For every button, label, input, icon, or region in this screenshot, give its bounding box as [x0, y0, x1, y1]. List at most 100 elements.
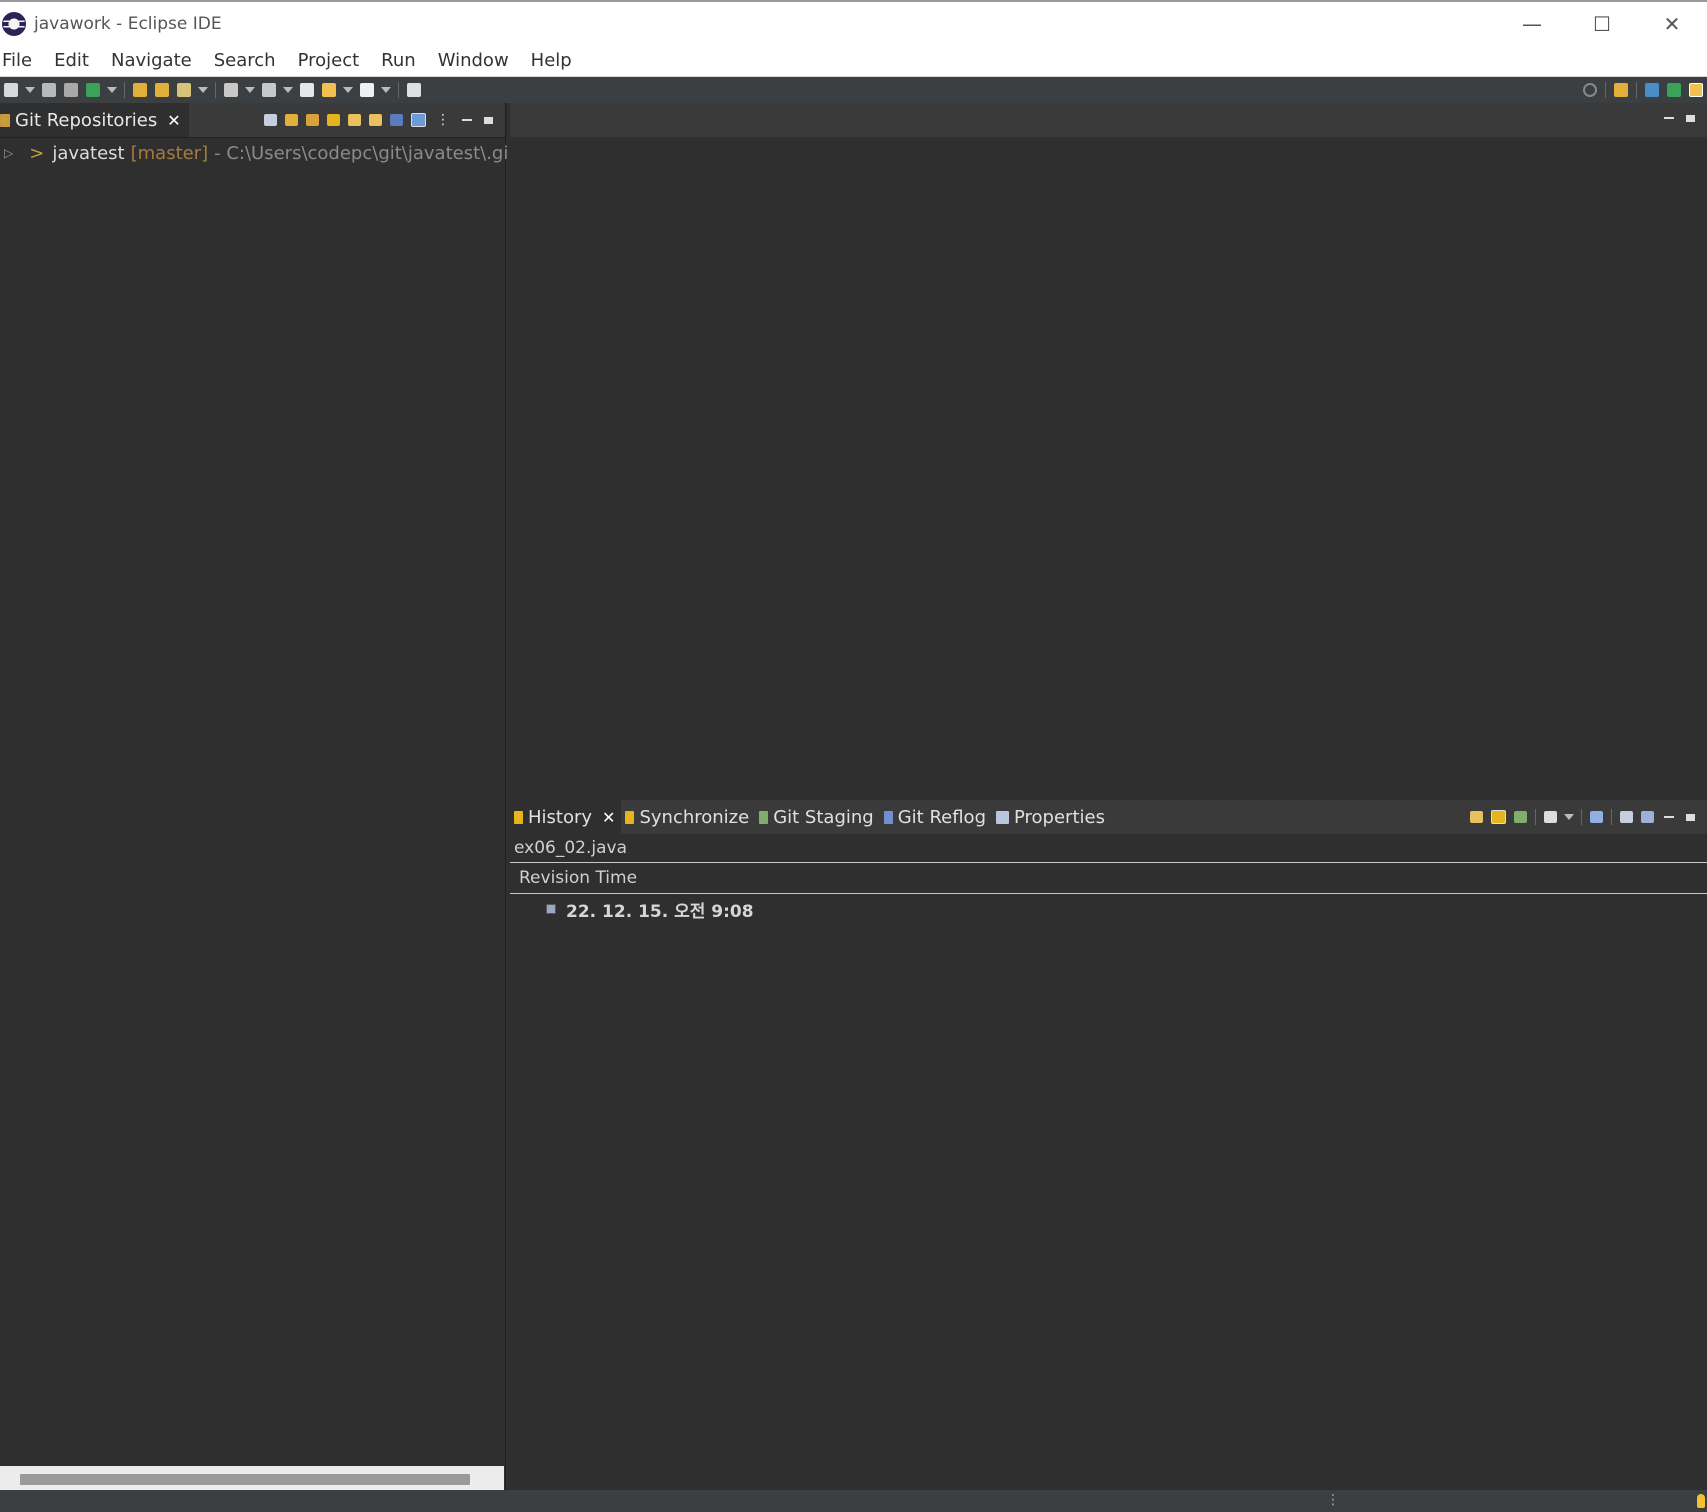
toolbar-separator [398, 82, 399, 98]
menu-help[interactable]: Help [531, 50, 583, 71]
minimize-view-icon[interactable] [1664, 816, 1674, 818]
compare-mode-icon[interactable] [1514, 811, 1527, 823]
tab-history[interactable]: History ✕ [510, 800, 622, 834]
group-by-icon[interactable] [1590, 811, 1603, 823]
last-edit-icon[interactable] [300, 83, 314, 97]
back-icon[interactable] [322, 83, 336, 97]
window-title: javawork - Eclipse IDE [34, 13, 222, 34]
debug-dropdown-icon[interactable] [107, 87, 117, 93]
revision-icon [546, 904, 556, 914]
java-perspective-icon[interactable] [1645, 83, 1659, 97]
git-repositories-icon [0, 113, 10, 127]
maximize-editor-icon[interactable] [1686, 114, 1695, 122]
debug-icon[interactable] [86, 83, 100, 97]
menu-search[interactable]: Search [214, 50, 287, 71]
show-revision-comment-icon[interactable] [1641, 811, 1654, 823]
collapse-all-icon[interactable] [1620, 811, 1633, 823]
annotation-dropdown-icon[interactable] [245, 87, 255, 93]
tab-synchronize[interactable]: Synchronize [621, 800, 755, 834]
window-controls: — ☐ ✕ [1497, 2, 1707, 45]
tab-label: Git Repositories [15, 109, 158, 131]
pin-icon[interactable] [1544, 811, 1557, 823]
close-tab-icon[interactable]: ✕ [167, 111, 180, 130]
toolbar-separator [1636, 82, 1637, 98]
tab-properties[interactable]: Properties [992, 800, 1111, 834]
toolbar-separator [1611, 809, 1612, 825]
new-dropdown-icon[interactable] [25, 87, 35, 93]
create-repository-icon[interactable] [327, 114, 340, 126]
open-resource-icon[interactable] [155, 83, 169, 97]
annotation-icon[interactable] [224, 83, 238, 97]
toolbar-separator [1581, 809, 1582, 825]
toolbar-separator [1535, 809, 1536, 825]
pin-dropdown-icon[interactable] [1564, 814, 1574, 820]
menu-run[interactable]: Run [381, 50, 427, 71]
revision-time: 22. 12. 15. 오전 9:08 [566, 901, 754, 922]
debug-perspective-icon[interactable] [1667, 83, 1681, 97]
tab-git-staging[interactable]: Git Staging [755, 800, 880, 834]
clone-repository-icon[interactable] [306, 114, 319, 126]
open-perspective-icon[interactable] [1614, 83, 1628, 97]
pin-editor-icon[interactable] [407, 83, 421, 97]
link-with-selection-icon[interactable] [369, 114, 382, 126]
tab-git-reflog[interactable]: Git Reflog [880, 800, 992, 834]
menu-window[interactable]: Window [438, 50, 520, 71]
maximize-view-icon[interactable] [484, 116, 493, 124]
back-dropdown-icon[interactable] [343, 87, 353, 93]
menu-file[interactable]: File [2, 50, 43, 71]
tab-label: Properties [1014, 806, 1105, 828]
repository-tree-item[interactable]: ▷ > javatest [master] - C:\Users\codepc\… [0, 138, 508, 168]
search-icon[interactable] [1583, 83, 1597, 97]
history-file-name: ex06_02.java [510, 834, 1707, 863]
branch-label: [master] [130, 142, 209, 164]
menu-edit[interactable]: Edit [54, 50, 100, 71]
forward-dropdown-icon[interactable] [381, 87, 391, 93]
revision-time-column-header[interactable]: Revision Time [510, 863, 1707, 894]
horizontal-scrollbar[interactable] [0, 1466, 504, 1490]
new-icon[interactable] [4, 83, 18, 97]
forward-icon[interactable] [360, 83, 374, 97]
view-menu-icon[interactable]: ⋮ [436, 112, 450, 128]
dirty-marker: > [29, 142, 45, 164]
refresh-icon[interactable] [1470, 811, 1483, 823]
history-toolbar [1466, 800, 1701, 834]
main-toolbar [0, 77, 1707, 103]
previous-annotation-icon[interactable] [262, 83, 276, 97]
tip-lightbulb-icon[interactable] [1697, 1494, 1705, 1508]
show-details-icon[interactable] [411, 113, 426, 127]
toolbar-separator [215, 82, 216, 98]
edit-icon[interactable] [177, 83, 191, 97]
git-staging-icon [759, 810, 769, 824]
menu-bar: File Edit Navigate Search Project Run Wi… [0, 45, 1707, 77]
tab-git-repositories[interactable]: Git Repositories ✕ [0, 103, 189, 137]
previous-annotation-dropdown-icon[interactable] [283, 87, 293, 93]
menu-project[interactable]: Project [298, 50, 371, 71]
view-toolbar: ⋮ [260, 103, 499, 137]
minimize-view-icon[interactable] [462, 119, 472, 121]
collapse-all-icon[interactable] [264, 114, 277, 126]
add-repository-icon[interactable] [285, 114, 298, 126]
minimize-editor-icon[interactable] [1664, 117, 1674, 119]
filter-icon[interactable] [390, 114, 403, 126]
menu-navigate[interactable]: Navigate [111, 50, 203, 71]
open-type-icon[interactable] [133, 83, 147, 97]
scrollbar-thumb[interactable] [20, 1474, 470, 1485]
editor-area [510, 103, 1707, 796]
revision-row[interactable]: 22. 12. 15. 오전 9:08 [510, 894, 1707, 924]
refresh-icon[interactable] [348, 114, 361, 126]
properties-icon [996, 810, 1009, 824]
save-icon[interactable] [42, 83, 56, 97]
close-button[interactable]: ✕ [1637, 2, 1707, 45]
minimize-button[interactable]: — [1497, 2, 1567, 45]
maximize-view-icon[interactable] [1686, 813, 1695, 821]
close-tab-icon[interactable]: ✕ [602, 808, 615, 827]
git-perspective-icon[interactable] [1689, 83, 1703, 97]
save-all-icon[interactable] [64, 83, 78, 97]
edit-dropdown-icon[interactable] [198, 87, 208, 93]
toolbar-separator [1605, 82, 1606, 98]
bottom-tabbar: History ✕ Synchronize Git Staging Git Re… [510, 800, 1707, 834]
link-with-editor-icon[interactable] [1491, 810, 1506, 824]
expand-icon[interactable]: ▷ [4, 146, 13, 160]
tab-label: Git Reflog [897, 806, 986, 828]
maximize-button[interactable]: ☐ [1567, 2, 1637, 45]
